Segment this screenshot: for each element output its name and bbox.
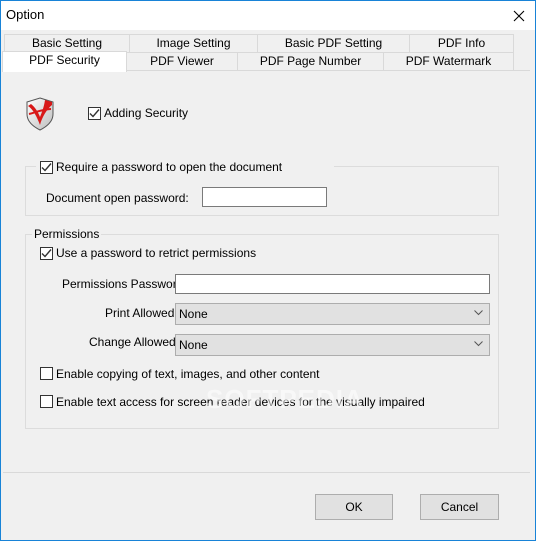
adding-security-checkbox[interactable]: [88, 107, 101, 120]
title-bar: Option: [1, 1, 535, 30]
shield-icon: [25, 97, 55, 134]
tab-pdf-viewer[interactable]: PDF Viewer: [126, 52, 238, 70]
tab-label: PDF Page Number: [259, 54, 362, 68]
tab-basic-pdf-setting[interactable]: Basic PDF Setting: [257, 34, 410, 52]
document-open-password-input[interactable]: [202, 187, 327, 207]
ok-button[interactable]: OK: [315, 494, 393, 520]
tab-image-setting[interactable]: Image Setting: [129, 34, 258, 52]
tab-label: Basic Setting: [31, 36, 103, 50]
document-open-password-label: Document open password:: [46, 191, 189, 205]
tab-label: Image Setting: [156, 36, 231, 50]
change-allowed-select[interactable]: None: [175, 334, 490, 356]
tab-pdf-watermark[interactable]: PDF Watermark: [383, 52, 514, 70]
enable-screen-reader-checkbox[interactable]: [40, 395, 53, 408]
tab-pdf-info[interactable]: PDF Info: [409, 34, 514, 52]
tab-pdf-security[interactable]: PDF Security: [2, 51, 127, 72]
tab-basic-setting[interactable]: Basic Setting: [4, 34, 130, 52]
enable-screen-reader-label: Enable text access for screen reader dev…: [56, 395, 425, 409]
window-title: Option: [6, 7, 45, 22]
use-permissions-password-checkbox[interactable]: [40, 247, 53, 260]
tab-label: PDF Viewer: [150, 54, 214, 68]
change-allowed-value: None: [179, 338, 208, 352]
option-dialog: Option Basic Setting Image Setting Basic…: [0, 0, 536, 541]
tab-label: PDF Info: [437, 36, 486, 50]
tab-label: Basic PDF Setting: [284, 36, 383, 50]
close-button[interactable]: [503, 1, 535, 30]
permissions-legend: Permissions: [32, 227, 102, 241]
print-allowed-value: None: [179, 307, 208, 321]
require-password-checkbox[interactable]: [40, 161, 53, 174]
print-allowed-select[interactable]: None: [175, 303, 490, 325]
checkmark-icon: [89, 109, 100, 118]
cancel-button[interactable]: Cancel: [420, 494, 499, 520]
permissions-password-label: Permissions Password:: [62, 277, 187, 291]
enable-copying-label: Enable copying of text, images, and othe…: [56, 367, 320, 381]
chevron-down-icon: [474, 310, 483, 316]
change-allowed-label: Change Allowed:: [89, 335, 180, 349]
adding-security-label: Adding Security: [104, 106, 189, 120]
tab-label: PDF Watermark: [405, 54, 492, 68]
chevron-down-icon: [474, 341, 483, 347]
use-permissions-password-label: Use a password to retrict permissions: [56, 246, 257, 260]
require-password-label: Require a password to open the document: [56, 160, 283, 174]
permissions-password-input[interactable]: [175, 274, 490, 294]
panel-bottom-divider: [3, 472, 530, 473]
close-icon: [513, 10, 525, 21]
tab-pdf-page-number[interactable]: PDF Page Number: [237, 52, 384, 70]
enable-copying-checkbox[interactable]: [40, 367, 53, 380]
checkmark-icon: [41, 249, 52, 258]
print-allowed-label: Print Allowed:: [105, 306, 178, 320]
tab-label: PDF Security: [29, 53, 100, 67]
checkmark-icon: [41, 163, 52, 172]
